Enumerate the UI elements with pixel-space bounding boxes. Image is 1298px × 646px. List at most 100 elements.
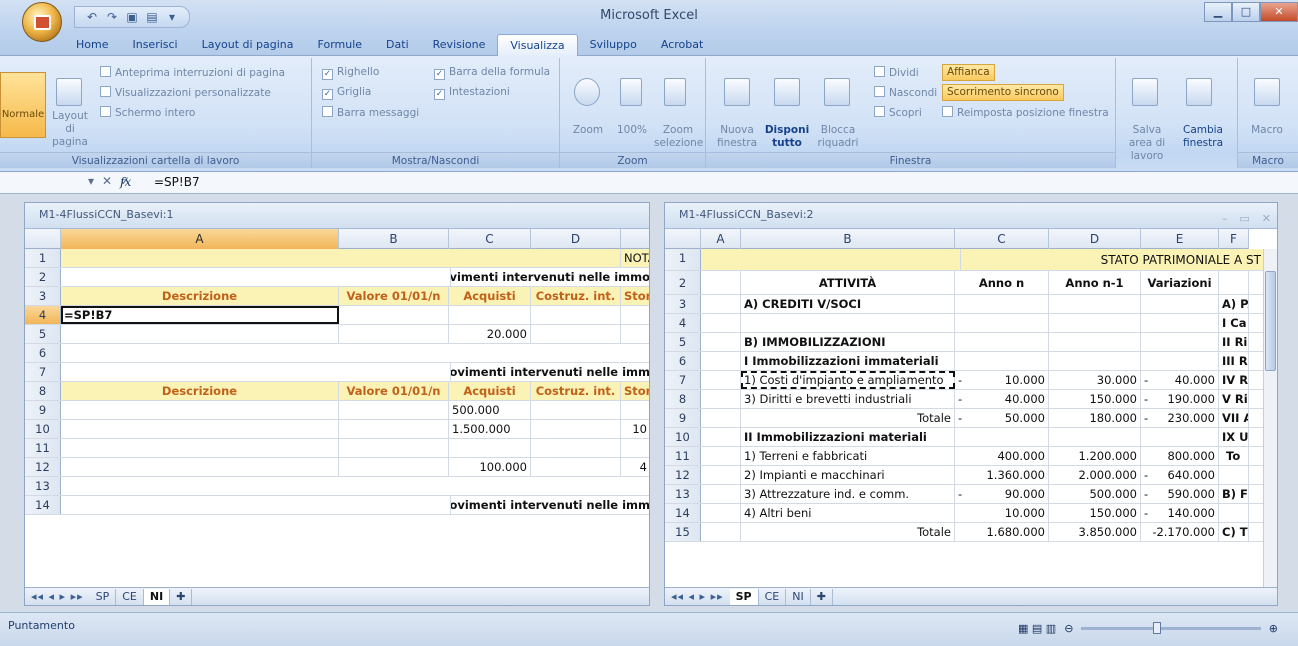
column-header-d[interactable]: D (1049, 229, 1141, 249)
movements-header-3[interactable]: Movimenti intervenuti nelle imm (451, 496, 649, 514)
anno-n1-value[interactable] (1049, 295, 1141, 313)
movements-header-2[interactable]: Movimenti intervenuti nelle imm (451, 363, 649, 381)
anno-n-cell[interactable] (955, 352, 1049, 370)
save-workspace-button[interactable]: Salva area di lavoro (1120, 124, 1174, 163)
arrange-all-icon[interactable] (774, 78, 800, 106)
zoom-icon[interactable] (574, 78, 600, 106)
switch-windows-icon[interactable] (1186, 78, 1212, 106)
anno-n-cell[interactable]: 400.000 (955, 447, 1049, 465)
row-header[interactable]: 5 (665, 333, 701, 351)
anno-n-cell[interactable]: - 10.000 (955, 371, 1049, 389)
row-header[interactable]: 4 (25, 306, 61, 324)
reversal-header[interactable]: Storn (621, 382, 649, 400)
row-header[interactable]: 4 (665, 314, 701, 332)
cell-a[interactable] (701, 485, 741, 503)
scroll-thumb[interactable] (1265, 271, 1276, 371)
page-break-preview-button[interactable]: Anteprima interruzioni di pagina (100, 66, 285, 80)
reversal-header[interactable]: Storn (621, 287, 649, 305)
cell-value[interactable]: 1.500.000 (449, 420, 531, 438)
anno-n-cell[interactable]: 1.680.000 (955, 523, 1049, 541)
new-window-button[interactable]: Nuova finestra (710, 124, 764, 150)
freeze-panes-icon[interactable] (824, 78, 850, 106)
balance-sheet-title[interactable]: STATO PATRIMONIALE A ST (961, 249, 1265, 270)
sheet-tab-ce[interactable]: CE (759, 588, 787, 605)
close-button[interactable]: ✕ (1260, 2, 1298, 22)
cell-f[interactable]: II Ri (1219, 333, 1249, 351)
macro-button[interactable]: Macro (1244, 124, 1290, 137)
anno-n1-value[interactable] (1049, 314, 1141, 332)
sheet-tab-ni[interactable]: NI (143, 588, 171, 605)
anno-n1-value[interactable] (1049, 428, 1141, 446)
account-label[interactable]: 3) Diritti e brevetti industriali (741, 390, 955, 408)
variazioni-cell[interactable]: - 190.000 (1141, 390, 1219, 408)
anno-n1-value[interactable]: 2.000.000 (1049, 466, 1141, 484)
account-label[interactable]: I Immobilizzazioni immateriali (741, 352, 955, 370)
name-box-dropdown-icon[interactable]: ▾ (88, 174, 94, 188)
zoom-selection-icon[interactable] (664, 78, 686, 106)
message-bar-checkbox[interactable]: Barra messaggi (322, 106, 419, 120)
cancel-icon[interactable]: ✕ (102, 174, 112, 188)
row-header[interactable]: 15 (665, 523, 701, 541)
column-header-d[interactable]: D (531, 229, 621, 249)
account-label[interactable]: 3) Attrezzature ind. e comm. (741, 485, 955, 503)
restore-icon[interactable]: ▭ (1239, 207, 1249, 231)
zoom-knob[interactable] (1153, 621, 1162, 634)
account-label[interactable]: B) IMMOBILIZZAZIONI (741, 333, 955, 351)
formula-input[interactable]: =SP!B7 (154, 175, 200, 189)
new-sheet-icon[interactable]: ✚ (811, 588, 833, 605)
cell-a[interactable] (701, 504, 741, 522)
unhide-button[interactable]: Scopri (874, 106, 922, 120)
sheet-tab-sp[interactable]: SP (729, 588, 759, 605)
view-buttons-icon[interactable]: ▦ ▤ ▥ (1018, 622, 1056, 635)
tab-dati[interactable]: Dati (374, 34, 421, 56)
row-header[interactable]: 2 (665, 271, 701, 294)
tab-visualizza[interactable]: Visualizza (497, 34, 578, 56)
arrange-all-button[interactable]: Disponi tutto (762, 124, 812, 150)
select-all-corner[interactable] (25, 229, 61, 249)
row-header[interactable]: 5 (25, 325, 61, 343)
page-layout-button[interactable]: Layout di pagina (48, 110, 92, 149)
sheet-nav-icon[interactable]: ◂◂ ◂ ▸ ▸▸ (25, 590, 90, 603)
cell-a[interactable] (701, 447, 741, 465)
variazioni-cell[interactable] (1141, 333, 1219, 351)
anno-n1-value[interactable]: 1.200.000 (1049, 447, 1141, 465)
row-header[interactable]: 11 (25, 439, 61, 457)
purchases-header[interactable]: Acquisti (449, 382, 531, 400)
sheet-tab-ni[interactable]: NI (786, 588, 811, 605)
attivita-header[interactable]: ATTIVITÀ (741, 271, 955, 294)
cell-a[interactable] (701, 371, 741, 389)
nota-integrativa-title[interactable]: NOTA INTEGRA (621, 249, 649, 267)
column-header-a[interactable]: A (701, 229, 741, 249)
variazioni-cell[interactable]: - 230.000 (1141, 409, 1219, 427)
zoom-100-icon[interactable] (620, 78, 642, 106)
construction-header[interactable]: Costruz. int. (531, 382, 621, 400)
minimize-button[interactable]: ▁ (1204, 2, 1232, 22)
anno-n-cell[interactable]: 1.360.000 (955, 466, 1049, 484)
sheet-tab-ce[interactable]: CE (116, 588, 144, 605)
zoom-track[interactable] (1081, 621, 1261, 634)
anno-n1-header[interactable]: Anno n-1 (1049, 271, 1141, 294)
cell-value[interactable]: 500.000 (449, 401, 531, 419)
variazioni-cell[interactable]: -2.170.000 (1141, 523, 1219, 541)
variazioni-cell[interactable] (1141, 428, 1219, 446)
cell-a[interactable] (701, 352, 741, 370)
anno-n-cell[interactable] (955, 428, 1049, 446)
cell-a[interactable] (701, 390, 741, 408)
page-layout-icon[interactable] (56, 78, 82, 106)
variazioni-cell[interactable]: - 40.000 (1141, 371, 1219, 389)
tab-formule[interactable]: Formule (306, 34, 375, 56)
anno-n1-value[interactable]: 3.850.000 (1049, 523, 1141, 541)
sheet-nav-icon[interactable]: ◂◂ ◂ ▸ ▸▸ (665, 590, 730, 603)
cell-f[interactable]: To (1219, 447, 1249, 465)
synchronous-scrolling-button[interactable]: Scorrimento sincrono (942, 84, 1064, 101)
variazioni-cell[interactable] (1141, 295, 1219, 313)
row-header[interactable]: 8 (25, 382, 61, 400)
cell-a[interactable] (701, 466, 741, 484)
full-screen-button[interactable]: Schermo intero (100, 106, 195, 120)
sheet-tab-sp[interactable]: SP (90, 588, 117, 605)
account-label[interactable] (741, 314, 955, 332)
cell-value[interactable]: 10 (621, 420, 649, 438)
active-cell[interactable]: =SP!B7 (61, 306, 339, 324)
zoom-out-icon[interactable]: ⊖ (1064, 622, 1073, 635)
account-label[interactable]: 2) Impianti e macchinari (741, 466, 955, 484)
